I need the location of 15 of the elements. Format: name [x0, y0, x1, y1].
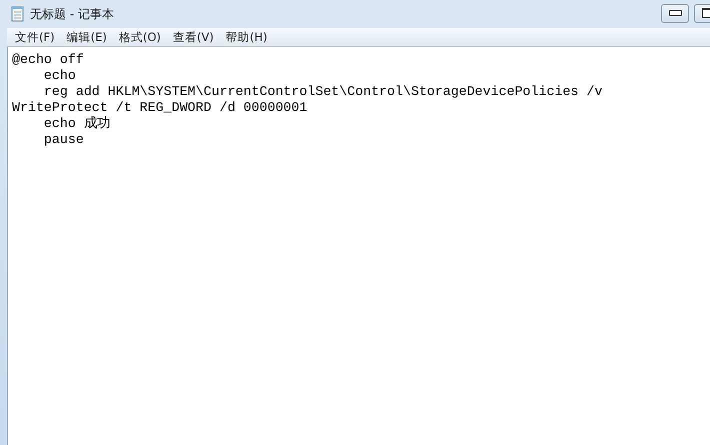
menu-item[interactable]: 帮助(H) [226, 30, 268, 44]
notepad-icon [11, 6, 25, 22]
text-line: WriteProtect /t REG_DWORD /d 00000001 [12, 100, 308, 116]
menu-item[interactable]: 文件(F) [15, 30, 55, 44]
text-editor[interactable]: @echo off echo reg add HKLM\SYSTEM\CurrentControlSet\Control\StorageDevicePolicies /v WriteProtect /t REG_DWORD /d 00000001 echo 成功 pause [7, 47, 710, 445]
menu-item[interactable]: 编辑(E) [66, 30, 107, 44]
text-line: echo 成功 [42, 116, 110, 132]
menu-item[interactable]: 格式(O) [118, 30, 161, 44]
minimize-button[interactable] [661, 4, 689, 22]
text-line: @echo off [12, 52, 84, 68]
text-line: reg add HKLM\SYSTEM\CurrentControlSet\Control\StorageDevicePolicies /v [42, 84, 602, 100]
text-line: pause [42, 132, 84, 148]
menu-item[interactable]: 查看(V) [172, 30, 214, 44]
text-line: echo [42, 68, 76, 84]
window-title: 无标题 - 记事本 [30, 6, 114, 22]
